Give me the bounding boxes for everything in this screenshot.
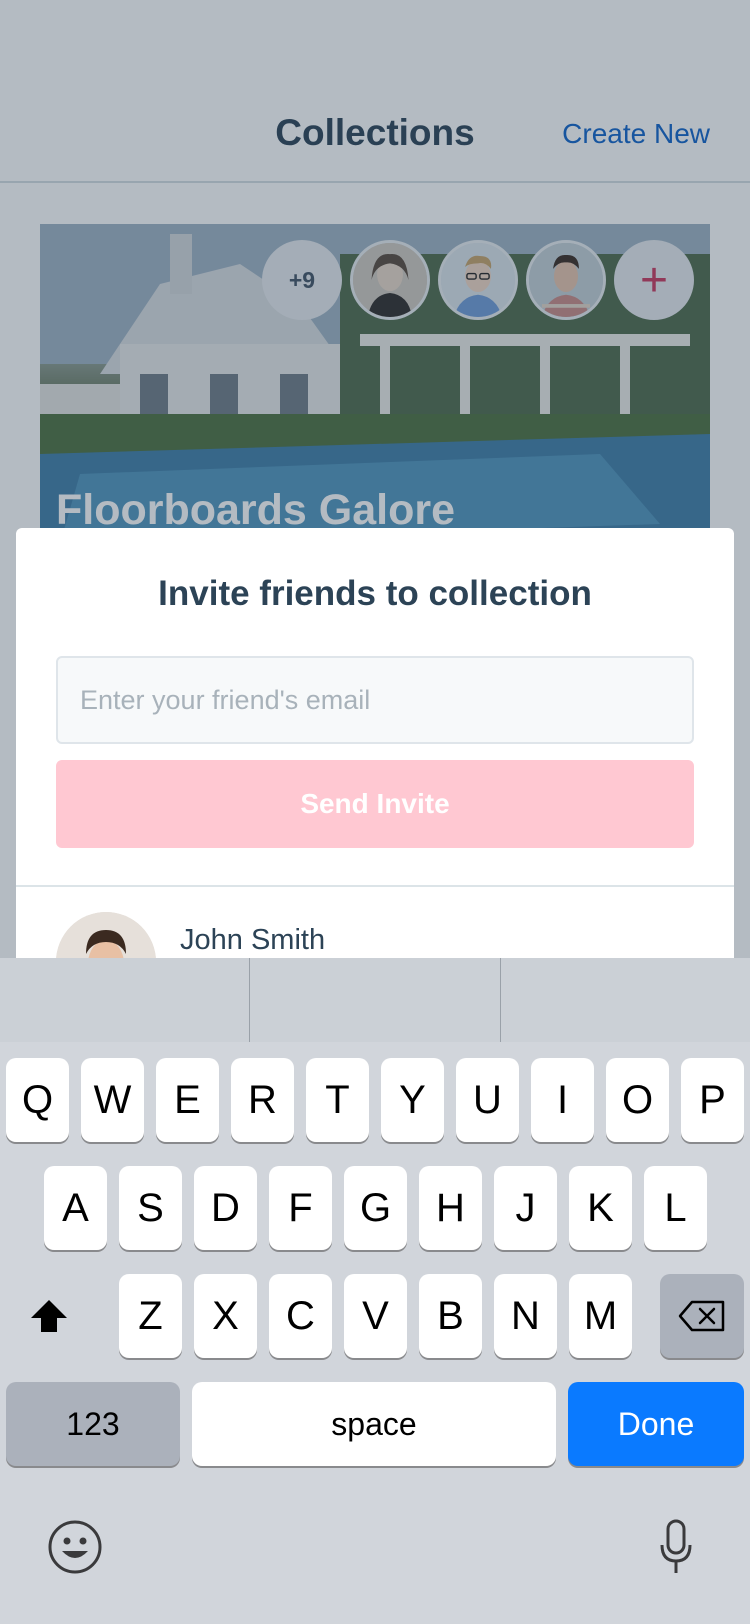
microphone-icon (660, 1519, 692, 1573)
key-t[interactable]: T (306, 1058, 369, 1142)
suggestion-divider (249, 958, 250, 1042)
key-d[interactable]: D (194, 1166, 257, 1250)
space-key[interactable]: space (192, 1382, 556, 1466)
key-i[interactable]: I (531, 1058, 594, 1142)
emoji-icon (48, 1520, 102, 1574)
key-m[interactable]: M (569, 1274, 632, 1358)
key-n[interactable]: N (494, 1274, 557, 1358)
key-p[interactable]: P (681, 1058, 744, 1142)
key-o[interactable]: O (606, 1058, 669, 1142)
key-l[interactable]: L (644, 1166, 707, 1250)
collections-screen: Collections Create New Floorboards Galor… (0, 0, 750, 960)
key-q[interactable]: Q (6, 1058, 69, 1142)
shift-icon (31, 1300, 67, 1332)
key-s[interactable]: S (119, 1166, 182, 1250)
on-screen-keyboard: Q W E R T Y U I O P A S D F G H J K L Z … (0, 958, 750, 1624)
send-invite-button[interactable]: Send Invite (56, 760, 694, 848)
key-y[interactable]: Y (381, 1058, 444, 1142)
key-k[interactable]: K (569, 1166, 632, 1250)
key-v[interactable]: V (344, 1274, 407, 1358)
key-r[interactable]: R (231, 1058, 294, 1142)
key-e[interactable]: E (156, 1058, 219, 1142)
delete-key[interactable] (660, 1274, 744, 1358)
predictive-bar (0, 958, 750, 1042)
dictation-key[interactable] (654, 1516, 698, 1578)
friend-avatar (56, 912, 156, 960)
emoji-key[interactable] (46, 1518, 104, 1576)
key-x[interactable]: X (194, 1274, 257, 1358)
invite-title: Invite friends to collection (158, 574, 592, 613)
suggestion-divider (500, 958, 501, 1042)
key-a[interactable]: A (44, 1166, 107, 1250)
key-w[interactable]: W (81, 1058, 144, 1142)
key-b[interactable]: B (419, 1274, 482, 1358)
numbers-key[interactable]: 123 (6, 1382, 180, 1466)
key-f[interactable]: F (269, 1166, 332, 1250)
friend-name[interactable]: John Smith (180, 924, 325, 957)
key-j[interactable]: J (494, 1166, 557, 1250)
key-z[interactable]: Z (119, 1274, 182, 1358)
shift-key[interactable] (6, 1274, 92, 1358)
invite-sheet: Invite friends to collection Send Invite… (16, 528, 734, 960)
divider (16, 885, 734, 887)
backspace-icon (678, 1300, 725, 1332)
key-c[interactable]: C (269, 1274, 332, 1358)
done-key[interactable]: Done (568, 1382, 744, 1466)
friend-email-input[interactable] (56, 656, 694, 744)
key-h[interactable]: H (419, 1166, 482, 1250)
key-g[interactable]: G (344, 1166, 407, 1250)
key-u[interactable]: U (456, 1058, 519, 1142)
